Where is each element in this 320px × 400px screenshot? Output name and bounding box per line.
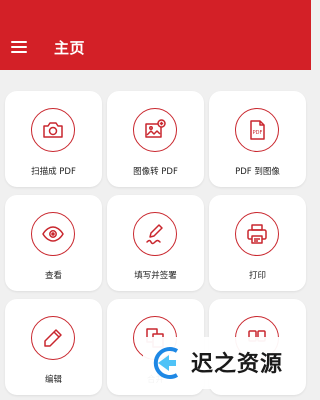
signature-icon <box>146 224 163 245</box>
tool-label: 编辑 <box>44 375 62 385</box>
menu-icon[interactable] <box>11 41 27 53</box>
tool-print[interactable]: 打印 <box>209 195 306 291</box>
image-add-icon <box>145 119 166 138</box>
watermark-logo-icon <box>153 347 179 379</box>
icon-circle <box>133 108 177 152</box>
watermark-overlay: 迟之资源 <box>143 337 297 389</box>
tool-edit[interactable]: 编辑 <box>5 299 102 395</box>
tool-label: 图像转 PDF <box>133 167 178 177</box>
tool-view[interactable]: 查看 <box>5 195 102 291</box>
tool-image-to-pdf[interactable]: 图像转 PDF <box>107 91 204 187</box>
pencil-icon <box>44 329 62 347</box>
icon-circle <box>31 316 75 360</box>
tool-label: 填写并签署 <box>134 271 177 281</box>
tool-scan-to-pdf[interactable]: 扫描成 PDF <box>5 91 102 187</box>
eye-icon <box>42 226 64 242</box>
watermark-text: 迟之资源 <box>191 352 284 377</box>
icon-circle <box>133 212 177 256</box>
svg-text:PDF: PDF <box>253 130 263 136</box>
camera-icon <box>43 122 63 138</box>
icon-circle <box>31 108 75 152</box>
pdf-file-icon: PDF <box>250 120 265 140</box>
icon-circle <box>235 212 279 256</box>
tool-label: 查看 <box>44 271 62 281</box>
tool-label: PDF 到图像 <box>235 167 280 177</box>
tool-fill-and-sign[interactable]: 填写并签署 <box>107 195 204 291</box>
tool-label: 扫描成 PDF <box>31 167 76 177</box>
printer-icon <box>247 224 267 244</box>
app-bar: 主页 <box>0 0 311 70</box>
tool-label: 打印 <box>248 271 266 281</box>
tool-pdf-to-image[interactable]: PDF PDF 到图像 <box>209 91 306 187</box>
page-title: 主页 <box>54 39 86 57</box>
icon-circle <box>31 212 75 256</box>
icon-circle: PDF <box>235 108 279 152</box>
